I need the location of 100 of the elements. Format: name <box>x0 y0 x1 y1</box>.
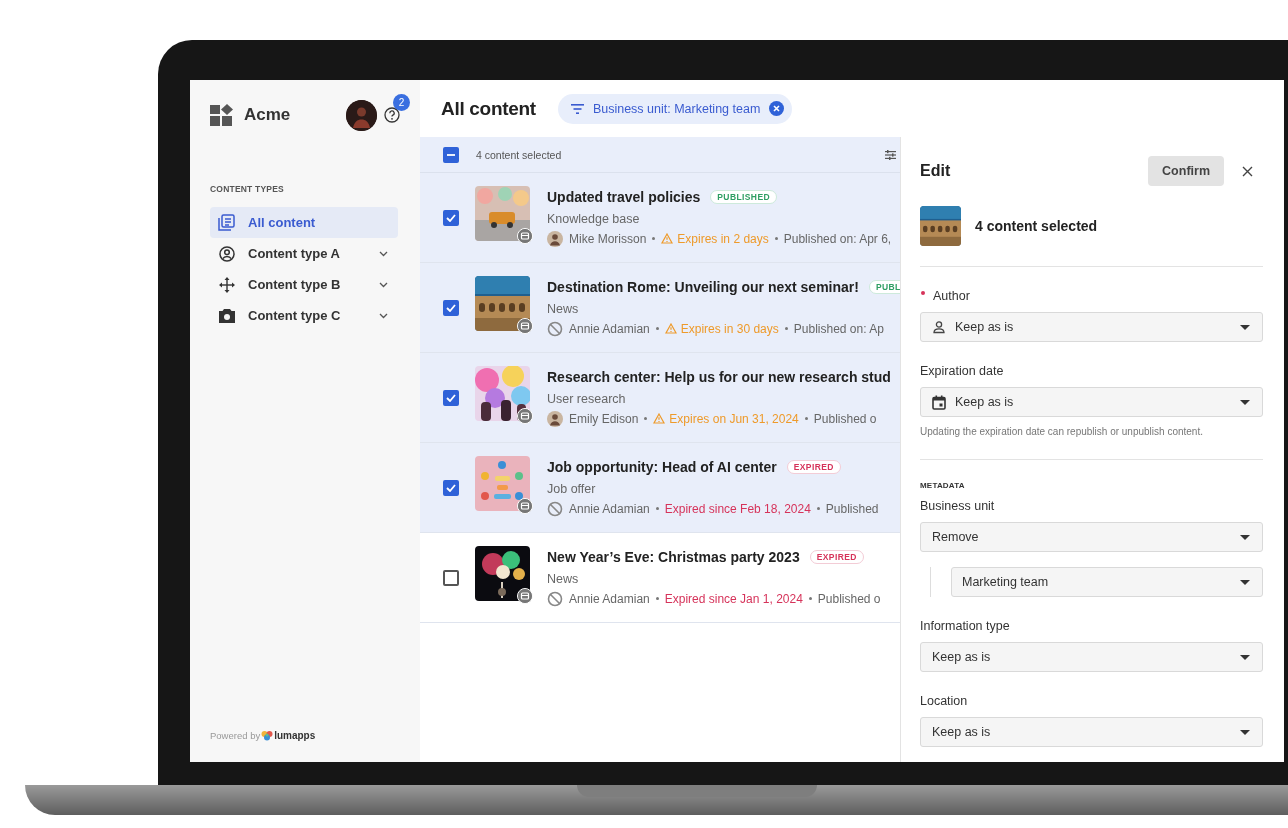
select-field[interactable]: Marketing team <box>951 567 1263 597</box>
logo-icon <box>261 730 274 741</box>
field-label: Business unit <box>920 499 995 513</box>
checkmark-icon <box>446 483 456 492</box>
content-title[interactable]: Research center: Help us for our new research stud <box>547 368 891 385</box>
sidebar-item[interactable]: All content <box>210 207 398 238</box>
caret-icon <box>1240 579 1250 585</box>
notification-badge: 2 <box>393 94 410 111</box>
confirm-button[interactable]: Confirm <box>1148 156 1224 186</box>
brand-name: Acme <box>244 105 291 125</box>
panel-title: Edit <box>920 162 951 180</box>
checkmark-icon <box>446 213 456 222</box>
help-icon[interactable] <box>384 107 400 123</box>
camera-icon <box>218 308 235 323</box>
logo-icon <box>210 104 234 126</box>
no-avatar-icon <box>547 590 563 607</box>
expiry-text: Expires in 30 days <box>680 321 779 336</box>
document-list-icon <box>218 214 235 231</box>
caret-icon <box>1240 399 1250 405</box>
avatar[interactable] <box>346 99 377 131</box>
checkbox[interactable] <box>443 146 459 163</box>
checkmark-icon <box>446 303 456 312</box>
page-icon <box>517 318 533 334</box>
select-field[interactable]: Keep as is <box>920 387 1263 417</box>
filter-icon <box>570 103 584 114</box>
section-title: CONTENT TYPES <box>210 184 285 194</box>
section-title: METADATA <box>920 480 966 492</box>
content-title[interactable]: New Year’s Eve: Christmas party 2023 <box>547 548 800 565</box>
chevron-down-icon[interactable] <box>379 281 388 288</box>
no-avatar-icon <box>547 500 563 517</box>
author-name: Annie Adamian <box>569 591 650 606</box>
content-category: User research <box>547 390 627 407</box>
sidebar-item[interactable]: Content type B <box>210 269 398 300</box>
calendar-icon <box>932 394 946 410</box>
selection-count: 4 content selected <box>975 218 1098 234</box>
caret-icon <box>1240 654 1250 660</box>
content-category: News <box>547 300 580 317</box>
sidebar-item[interactable]: Content type C <box>210 300 398 331</box>
published-date: Published o <box>817 591 881 606</box>
status-badge: EXPIRED <box>809 549 864 564</box>
select-field[interactable]: Remove <box>920 522 1263 552</box>
sliders-icon[interactable] <box>885 149 896 160</box>
status-badge: EXPIRED <box>786 459 841 474</box>
expiry-text: Expired since Jan 1, 2024 <box>664 591 803 606</box>
clear-icon[interactable] <box>769 101 785 116</box>
brand-logo-text: lumapps <box>274 730 316 741</box>
user-circle-icon <box>218 245 235 262</box>
warning-icon <box>653 413 666 424</box>
move-icon <box>218 276 235 293</box>
published-date: Published <box>825 501 879 516</box>
field-label: Information type <box>920 619 1010 633</box>
avatar <box>547 410 563 427</box>
expiry-text: Expires in 2 days <box>677 231 769 246</box>
content-title[interactable]: Updated travel policies <box>547 188 701 205</box>
author-name: Annie Adamian <box>569 321 650 336</box>
author-name: Annie Adamian <box>569 501 650 516</box>
warning-icon <box>661 233 674 244</box>
checkbox[interactable] <box>443 299 459 316</box>
close-icon[interactable] <box>1242 165 1253 177</box>
powered-by-text: Powered by <box>210 730 261 741</box>
content-category: Job offer <box>547 480 597 497</box>
page-icon <box>517 588 533 604</box>
published-date: Published o <box>813 411 877 426</box>
warning-icon <box>664 323 677 334</box>
field-label: Location <box>920 694 968 708</box>
content-category: News <box>547 570 580 587</box>
caret-icon <box>1240 729 1250 735</box>
checkbox[interactable] <box>443 389 459 406</box>
chevron-down-icon[interactable] <box>379 312 388 319</box>
page-icon <box>517 228 533 244</box>
published-date: Published on: Apr 6, <box>783 231 892 246</box>
checkbox[interactable] <box>443 209 459 226</box>
page-icon <box>517 498 533 514</box>
select-field[interactable]: Keep as is <box>920 312 1263 342</box>
content-title[interactable]: Destination Rome: Unveiling our next seminar! <box>547 278 859 295</box>
checkbox[interactable] <box>443 569 459 586</box>
sidebar-item[interactable]: Content type A <box>210 238 398 269</box>
content-title[interactable]: Job opportunity: Head of AI center <box>547 458 777 475</box>
status-badge: PUBL <box>868 279 900 294</box>
no-avatar-icon <box>547 320 563 337</box>
page-title: All content <box>441 97 536 120</box>
status-badge: PUBLISHED <box>710 189 777 204</box>
field-label: Author <box>933 289 970 303</box>
checkmark-icon <box>446 393 456 402</box>
expiry-text: Expired since Feb 18, 2024 <box>664 501 811 516</box>
expiry-text: Expires on Jun 31, 2024 <box>669 411 799 426</box>
avatar <box>547 230 563 247</box>
filter-chip[interactable]: Business unit: Marketing team <box>557 93 793 124</box>
page-icon <box>517 408 533 424</box>
helper-text: Updating the expiration date can republish or unpublish content. <box>920 425 1204 439</box>
field-label: Expiration date <box>920 364 1004 378</box>
select-field[interactable]: Keep as is <box>920 642 1263 672</box>
select-field[interactable]: Keep as is <box>920 717 1263 747</box>
caret-icon <box>1240 534 1250 540</box>
author-name: Emily Edison <box>569 411 639 426</box>
selection-count: 4 content selected <box>476 148 562 161</box>
caret-icon <box>1240 324 1250 330</box>
chevron-down-icon[interactable] <box>379 250 388 257</box>
checkbox[interactable] <box>443 479 459 496</box>
user-icon <box>932 320 946 334</box>
